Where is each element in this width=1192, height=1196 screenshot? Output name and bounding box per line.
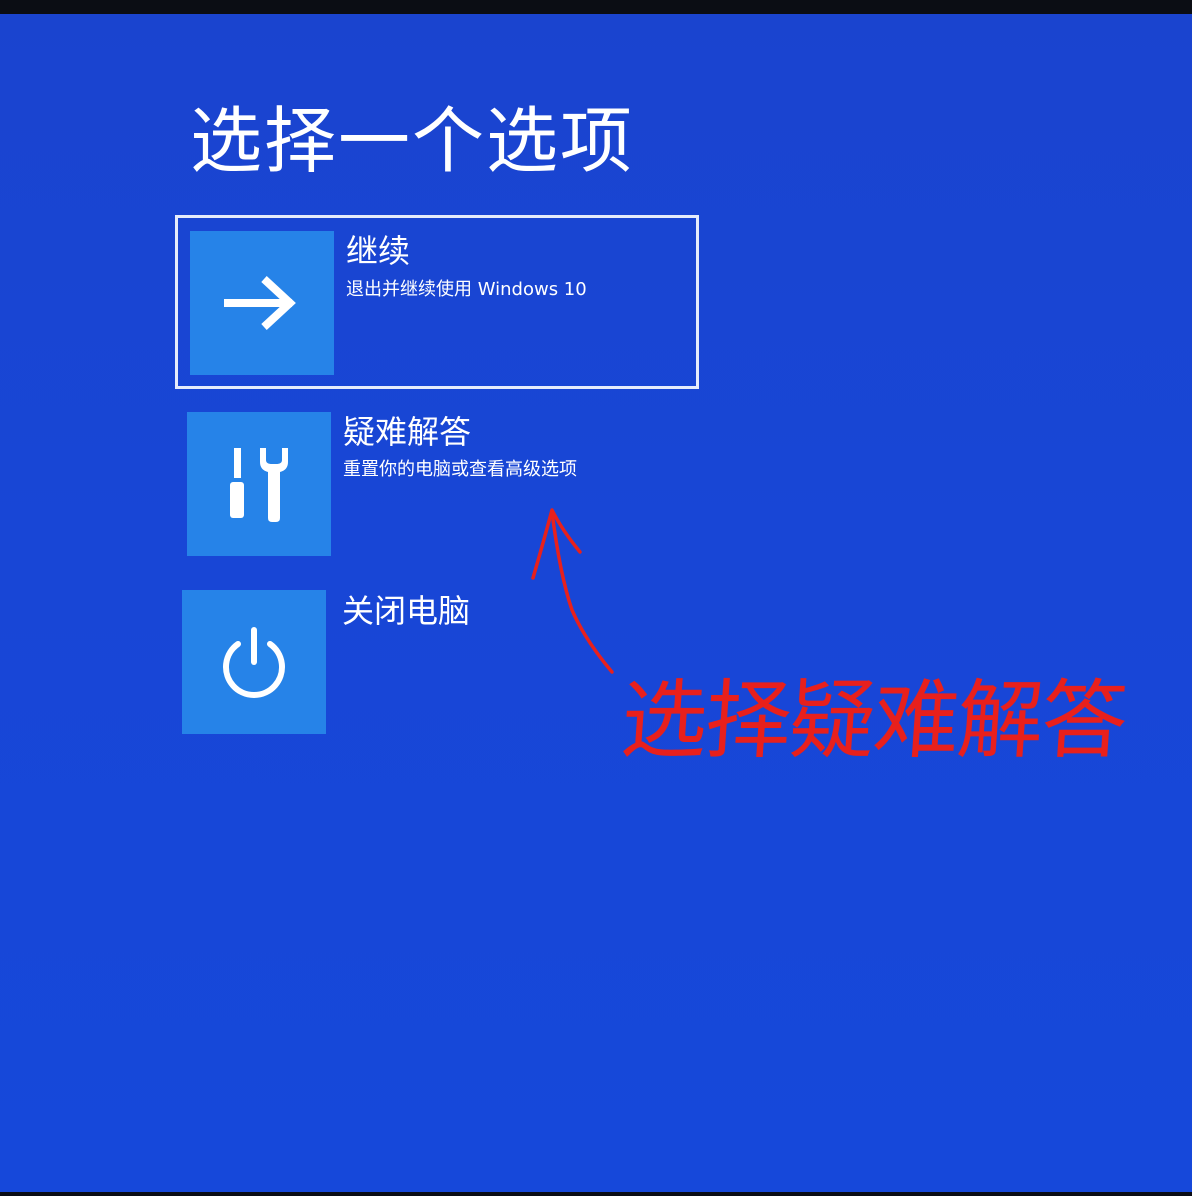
troubleshoot-option[interactable]: 疑难解答 重置你的电脑或查看高级选项 bbox=[175, 402, 699, 576]
shutdown-title: 关闭电脑 bbox=[342, 592, 471, 630]
power-icon bbox=[223, 627, 285, 698]
continue-tile bbox=[190, 231, 334, 375]
page-title: 选择一个选项 bbox=[190, 99, 635, 183]
shutdown-tile bbox=[182, 590, 326, 734]
continue-option[interactable]: 继续 退出并继续使用 Windows 10 bbox=[175, 215, 699, 389]
arrow-right-icon bbox=[224, 276, 296, 330]
shutdown-option[interactable]: 关闭电脑 bbox=[170, 582, 694, 756]
troubleshoot-tile bbox=[187, 412, 331, 556]
troubleshoot-description: 重置你的电脑或查看高级选项 bbox=[343, 459, 577, 480]
troubleshoot-title: 疑难解答 bbox=[343, 413, 472, 451]
tools-icon bbox=[230, 448, 288, 522]
continue-title: 继续 bbox=[346, 232, 411, 270]
continue-description: 退出并继续使用 Windows 10 bbox=[346, 279, 587, 300]
recovery-screen: 选择一个选项 继续 退出并继续使用 Windows 10 疑难解答 重置你的电脑… bbox=[0, 14, 1192, 1192]
monitor-bezel bbox=[0, 0, 1192, 14]
